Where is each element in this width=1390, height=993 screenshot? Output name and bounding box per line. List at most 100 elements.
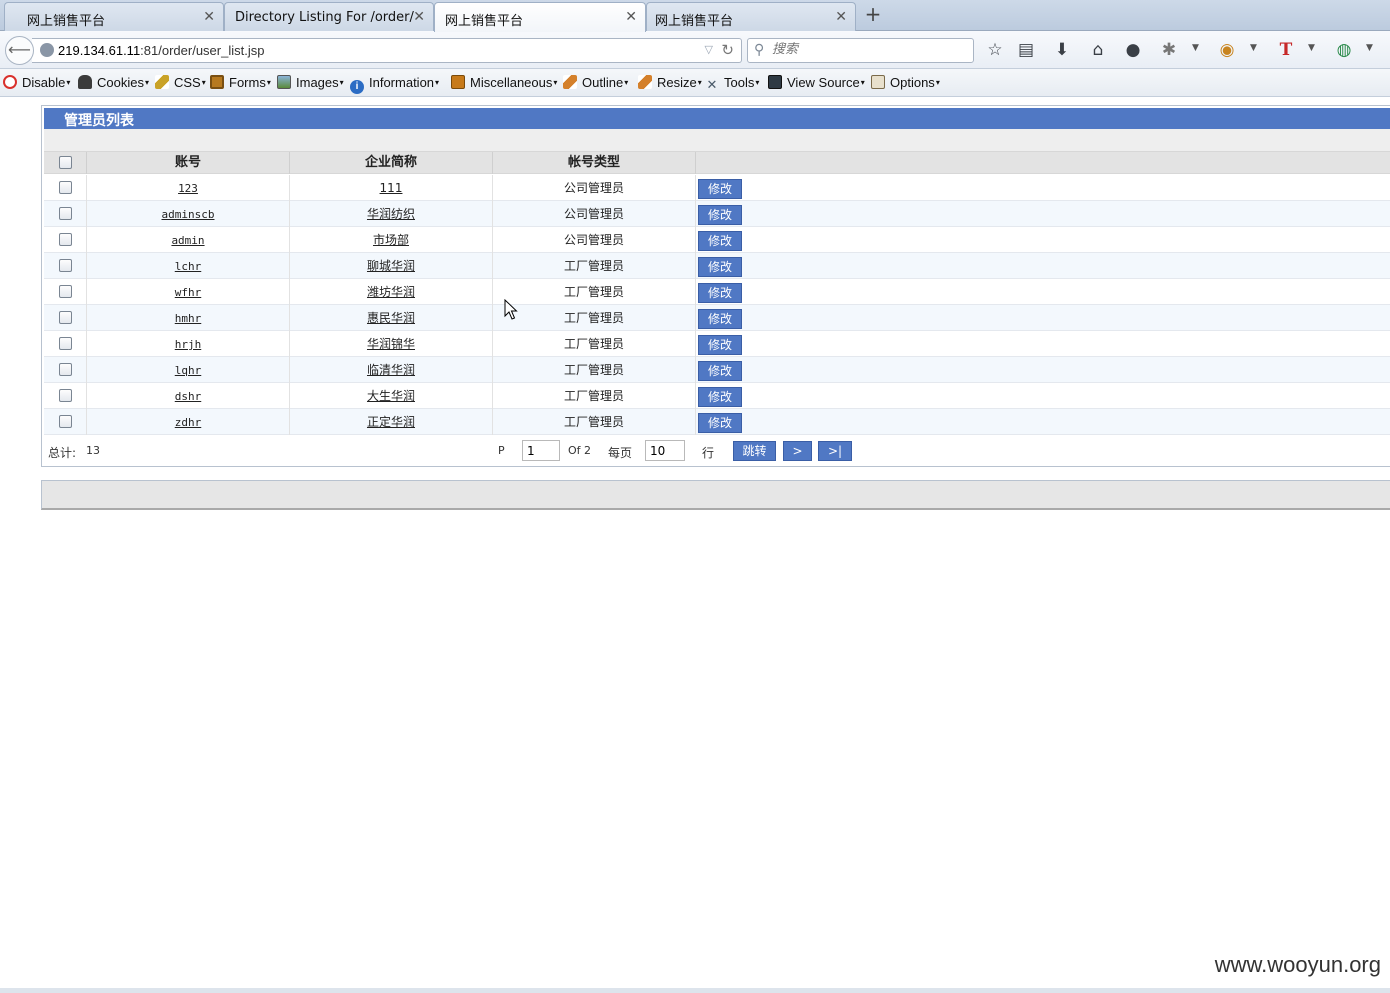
new-tab-plus-icon[interactable]: + (862, 4, 884, 26)
select-all-checkbox[interactable] (59, 156, 72, 169)
devbar-outline-menu[interactable]: Outline▾ (563, 75, 628, 93)
row-checkbox[interactable] (59, 259, 72, 272)
back-arrow-icon[interactable]: ⟵ (5, 36, 34, 65)
bookmarks-list-icon[interactable]: ▤ (1015, 41, 1037, 59)
page-p-label: P (498, 444, 505, 457)
devbar-css-menu[interactable]: CSS▾ (155, 75, 206, 93)
account-link[interactable]: adminscb (162, 208, 215, 221)
devbar-view-source-menu[interactable]: View Source▾ (768, 75, 865, 93)
account-type-cell: 工厂管理员 (493, 409, 696, 435)
company-link[interactable]: 市场部 (373, 233, 409, 247)
row-checkbox[interactable] (59, 181, 72, 194)
edit-button[interactable]: 修改 (698, 413, 742, 433)
devbar-miscellaneous-menu[interactable]: Miscellaneous▾ (451, 75, 557, 93)
reload-icon[interactable]: ↻ (721, 41, 734, 59)
account-type-text: 工厂管理员 (563, 285, 624, 299)
header-company[interactable]: 企业简称 (290, 152, 493, 174)
tab-close-icon[interactable]: ✕ (835, 9, 847, 25)
search-input[interactable] (772, 42, 962, 57)
company-link[interactable]: 潍坊华润 (367, 285, 415, 299)
search-bar[interactable]: ⚲ (747, 38, 974, 63)
row-checkbox[interactable] (59, 207, 72, 220)
url-path: :81/order/user_list.jsp (140, 43, 265, 58)
home-icon[interactable]: ⌂ (1087, 41, 1109, 59)
devbar-disable-menu[interactable]: Disable▾ (3, 75, 70, 93)
account-link[interactable]: wfhr (175, 286, 202, 299)
row-select-cell (44, 409, 87, 435)
jump-button[interactable]: 跳转 (733, 441, 776, 461)
edit-button[interactable]: 修改 (698, 335, 742, 355)
account-link[interactable]: 123 (178, 182, 198, 195)
devbar-forms-menu[interactable]: Forms▾ (210, 75, 271, 93)
account-link[interactable]: admin (171, 234, 204, 247)
account-link[interactable]: dshr (175, 390, 202, 403)
row-checkbox[interactable] (59, 415, 72, 428)
row-checkbox[interactable] (59, 363, 72, 376)
edit-button[interactable]: 修改 (698, 387, 742, 407)
edit-button[interactable]: 修改 (698, 361, 742, 381)
chevron-down-icon[interactable]: ▼ (1308, 43, 1315, 53)
row-checkbox[interactable] (59, 337, 72, 350)
devbar-information-menu[interactable]: i Information▾ (350, 75, 439, 94)
tab-3-active[interactable]: 网上销售平台 ✕ (434, 2, 646, 32)
edit-button[interactable]: 修改 (698, 309, 742, 329)
row-checkbox[interactable] (59, 389, 72, 402)
row-checkbox[interactable] (59, 233, 72, 246)
bug-icon[interactable]: ✱ (1158, 41, 1180, 59)
last-page-button[interactable]: >| (818, 441, 852, 461)
edit-button[interactable]: 修改 (698, 283, 742, 303)
text-t-icon[interactable]: T (1275, 41, 1297, 59)
account-link[interactable]: lqhr (175, 364, 202, 377)
per-page-input[interactable] (645, 440, 685, 461)
devbar-cookies-menu[interactable]: Cookies▾ (78, 75, 149, 93)
edit-button[interactable]: 修改 (698, 231, 742, 251)
devbar-tools-menu[interactable]: ✕ Tools▾ (705, 75, 760, 93)
panel-subheader (44, 129, 1390, 151)
account-link[interactable]: lchr (175, 260, 202, 273)
row-checkbox[interactable] (59, 311, 72, 324)
edit-button[interactable]: 修改 (698, 179, 742, 199)
account-link[interactable]: hmhr (175, 312, 202, 325)
chevron-down-icon[interactable]: ▼ (1366, 43, 1373, 53)
header-select-all-cell (44, 152, 87, 174)
company-link[interactable]: 聊城华润 (367, 259, 415, 273)
chat-bubble-icon[interactable]: ● (1122, 41, 1144, 59)
tab-close-icon[interactable]: ✕ (625, 9, 637, 25)
chevron-down-icon[interactable]: ▼ (1250, 43, 1257, 53)
header-account-type[interactable]: 帐号类型 (493, 152, 696, 174)
tab-1[interactable]: 网上销售平台 ✕ (4, 2, 224, 31)
company-link[interactable]: 大生华润 (367, 389, 415, 403)
account-link[interactable]: zdhr (175, 416, 202, 429)
row-checkbox[interactable] (59, 285, 72, 298)
devbar-images-menu[interactable]: Images▾ (277, 75, 344, 93)
company-cell: 聊城华润 (290, 253, 493, 279)
company-link[interactable]: 华润锦华 (367, 337, 415, 351)
company-link[interactable]: 正定华润 (367, 415, 415, 429)
bookmark-star-icon[interactable]: ☆ (984, 41, 1006, 59)
tab-close-icon[interactable]: ✕ (413, 9, 425, 25)
url-host: 219.134.61.11 (58, 43, 141, 58)
tab-2[interactable]: Directory Listing For /order/ ✕ (224, 2, 434, 31)
url-history-dropdown-icon[interactable]: ▽ (705, 43, 713, 56)
devbar-options-menu[interactable]: Options▾ (871, 75, 940, 93)
company-link[interactable]: 惠民华润 (367, 311, 415, 325)
site-identity-icon[interactable] (40, 43, 54, 57)
company-link[interactable]: 华润纺织 (367, 207, 415, 221)
table-row: 123 111 公司管理员 修改 (44, 175, 1390, 201)
chevron-down-icon[interactable]: ▼ (1192, 43, 1199, 53)
next-page-button[interactable]: > (783, 441, 812, 461)
account-link[interactable]: hrjh (175, 338, 202, 351)
edit-button[interactable]: 修改 (698, 205, 742, 225)
tab-4[interactable]: 网上销售平台 ✕ (646, 2, 856, 31)
download-arrow-icon[interactable]: ⬇ (1051, 41, 1073, 59)
tab-close-icon[interactable]: ✕ (203, 9, 215, 25)
devbar-resize-menu[interactable]: Resize▾ (638, 75, 702, 93)
company-link[interactable]: 临清华润 (367, 363, 415, 377)
company-link[interactable]: 111 (380, 181, 403, 195)
monkey-icon[interactable]: ◉ (1216, 41, 1238, 59)
globe-icon[interactable]: ◍ (1333, 41, 1355, 59)
edit-button[interactable]: 修改 (698, 257, 742, 277)
url-bar[interactable]: 219.134.61.11:81/order/user_list.jsp ▽ ↻ (32, 38, 742, 63)
header-account[interactable]: 账号 (87, 152, 290, 174)
page-number-input[interactable] (522, 440, 560, 461)
